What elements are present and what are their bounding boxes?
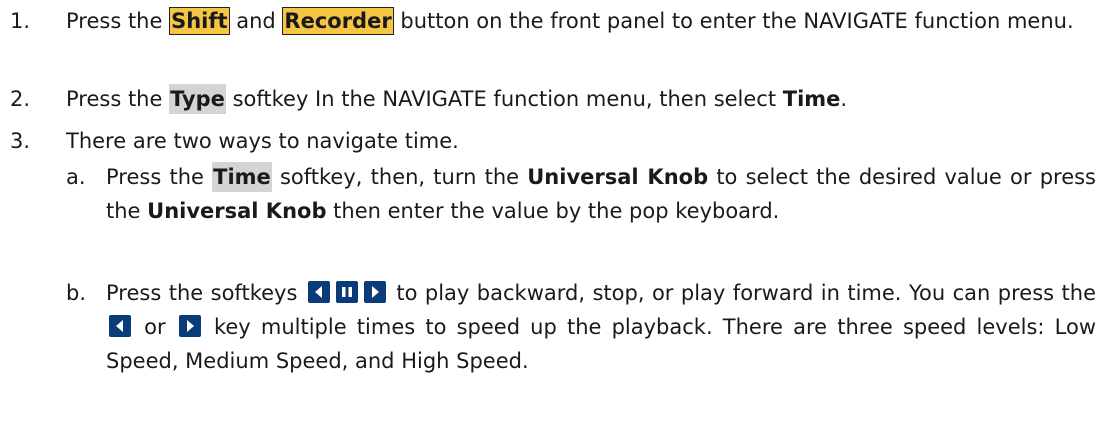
time-softkey-label: Time: [212, 162, 272, 192]
play-forward-icon: [178, 315, 201, 337]
text-run: Press the: [106, 165, 213, 189]
play-backward-icon: [307, 281, 330, 303]
type-softkey-label: Type: [169, 84, 226, 114]
step-text: There are two ways to navigate time.: [66, 129, 459, 153]
universal-knob-label: Universal Knob: [527, 165, 709, 189]
text-run: to play backward, stop, or play forward …: [388, 281, 1096, 305]
time-option-label: Time: [782, 87, 841, 111]
text-run: Press the: [66, 87, 170, 111]
instruction-page: 1. Press the Shift and Recorder button o…: [0, 0, 1101, 444]
substep-text: Press the softkeys to play backward, sto…: [106, 276, 1096, 378]
step-number: 1.: [10, 9, 31, 33]
text-run: softkey In the NAVIGATE function menu, t…: [225, 87, 783, 111]
step-text: Press the Type softkey In the NAVIGATE f…: [66, 82, 1096, 116]
pause-icon: [335, 281, 358, 303]
text-run: key multiple times to speed up the playb…: [106, 315, 1097, 373]
text-run: or: [134, 315, 176, 339]
text-run: softkey, then, turn the: [271, 165, 528, 189]
substep-letter: a.: [66, 165, 86, 189]
play-backward-icon: [109, 315, 131, 337]
shift-key-label: Shift: [169, 7, 230, 35]
step-number: 2.: [10, 87, 31, 111]
recorder-key-label: Recorder: [282, 7, 394, 35]
substep-letter: b.: [66, 281, 87, 305]
text-run: and: [229, 9, 283, 33]
text-run: Press the softkeys: [106, 281, 298, 305]
step-text: Press the Shift and Recorder button on t…: [66, 4, 1096, 38]
step-number: 3.: [10, 129, 31, 153]
substep-text: Press the Time softkey, then, turn the U…: [106, 160, 1096, 228]
universal-knob-label: Universal Knob: [147, 199, 327, 223]
text-run: .: [840, 87, 848, 111]
text-run: Press the: [66, 9, 170, 33]
text-run: button on the front panel to enter the N…: [393, 9, 1074, 33]
text-run: then enter the value by the pop keyboard…: [326, 199, 780, 223]
play-forward-icon: [363, 281, 386, 303]
